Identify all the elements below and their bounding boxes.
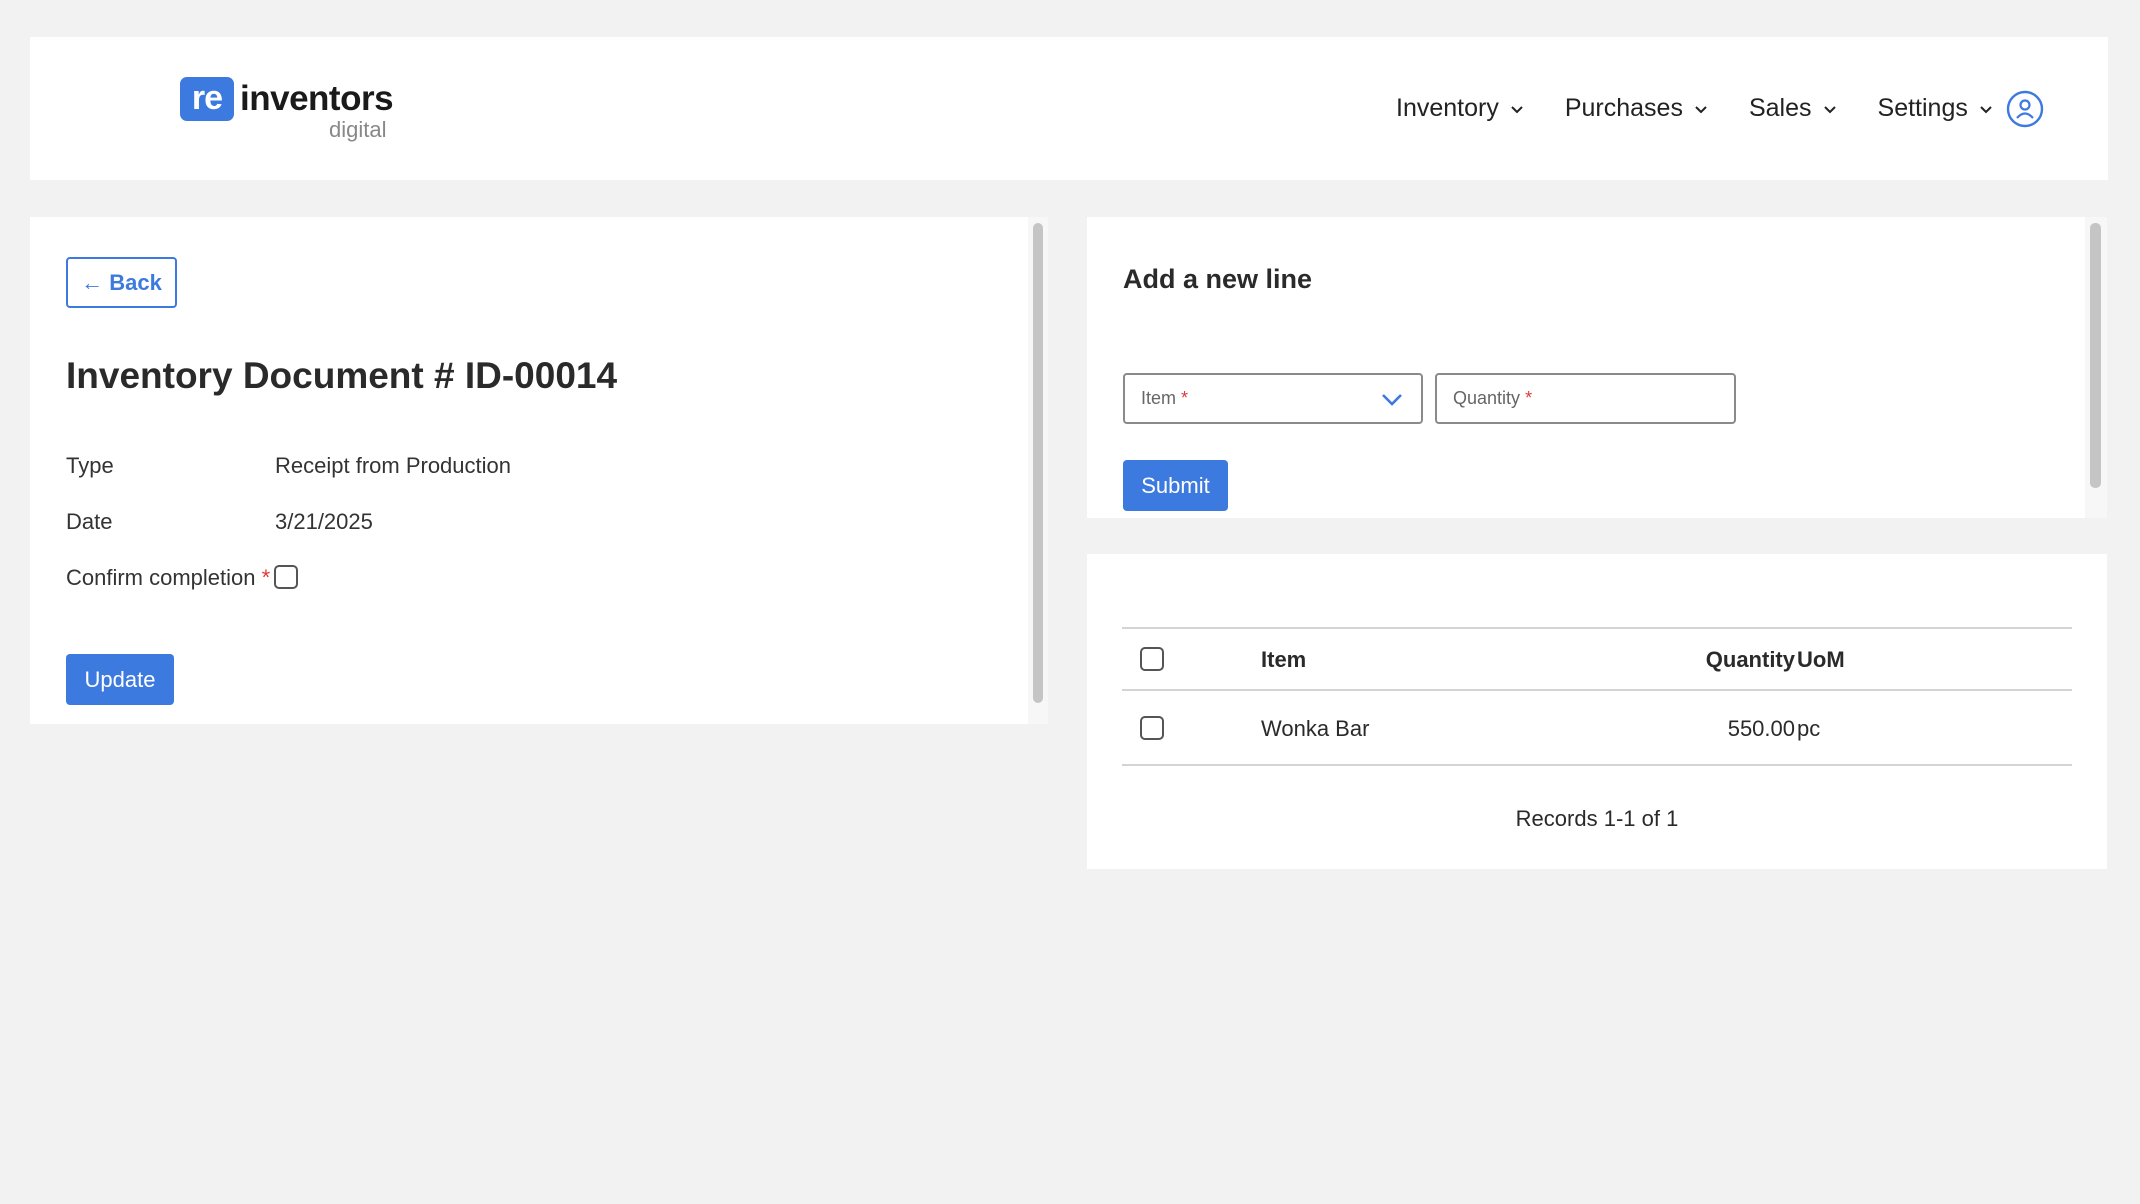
item-select-placeholder: Item [1141, 388, 1177, 408]
item-select[interactable]: Item * [1123, 373, 1423, 424]
nav-inventory[interactable]: Inventory [1396, 94, 1525, 123]
type-value: Receipt from Production [275, 453, 511, 478]
select-all-checkbox[interactable] [1140, 647, 1164, 671]
confirm-completion-text: Confirm completion [66, 565, 256, 590]
logo-mark: re [180, 77, 234, 121]
chevron-down-icon [1823, 105, 1836, 113]
add-line-panel-scrollbar[interactable] [2085, 217, 2107, 518]
quantity-input[interactable]: Quantity * [1435, 373, 1736, 424]
page-title: Inventory Document # ID-00014 [66, 355, 618, 396]
required-marker: * [1525, 388, 1533, 408]
required-marker: * [261, 565, 271, 590]
row-item: Wonka Bar [1261, 716, 1370, 741]
nav-purchases-label: Purchases [1564, 94, 1683, 122]
nav-sales-label: Sales [1748, 94, 1812, 122]
date-label: Date [66, 509, 113, 534]
top-header: re inventors digital Inventory Purchases… [30, 37, 2108, 180]
nav-inventory-label: Inventory [1396, 94, 1499, 122]
date-value: 3/21/2025 [275, 509, 373, 534]
main-nav: Inventory Purchases Sales Settings [1396, 37, 2034, 180]
scrollbar-thumb[interactable] [1033, 223, 1043, 703]
submit-button[interactable]: Submit [1123, 460, 1228, 511]
table-header-divider [1122, 689, 2072, 691]
row-uom: pc [1797, 716, 1821, 741]
table-top-border [1122, 627, 2072, 629]
add-line-panel: Add a new line Item * Quantity * Submit [1087, 217, 2085, 518]
update-button[interactable]: Update [66, 654, 174, 705]
nav-settings-label: Settings [1877, 94, 1968, 122]
user-circle-icon[interactable] [2005, 89, 2045, 129]
logo-wordmark: inventors [240, 79, 394, 118]
scrollbar-thumb[interactable] [2090, 223, 2101, 488]
row-quantity: 550.00 [1727, 716, 1795, 741]
logo-subtitle: digital [329, 117, 387, 142]
column-header-item[interactable]: Item [1261, 647, 1306, 673]
chevron-down-icon [1511, 105, 1523, 113]
document-panel: ← Back Inventory Document # ID-00014 Typ… [30, 217, 1028, 724]
nav-settings[interactable]: Settings [1878, 94, 1994, 123]
add-line-title: Add a new line [1123, 264, 1313, 294]
table-bottom-border [1122, 764, 2072, 766]
chevron-down-icon [1382, 394, 1402, 406]
confirm-completion-checkbox[interactable] [274, 565, 298, 589]
records-count: Records 1-1 of 1 [1515, 806, 1679, 831]
quantity-input-placeholder: Quantity [1453, 388, 1521, 408]
chevron-down-icon [1980, 105, 1992, 113]
column-header-uom[interactable]: UoM [1797, 647, 1845, 673]
nav-purchases[interactable]: Purchases [1565, 94, 1709, 123]
row-checkbox[interactable] [1140, 716, 1164, 740]
chevron-down-icon [1695, 105, 1707, 113]
document-panel-scrollbar[interactable] [1028, 217, 1048, 724]
back-button[interactable]: ← Back [66, 257, 177, 308]
lines-table-panel: Item Quantity UoM Wonka Bar 550.00 pc Re… [1087, 554, 2107, 869]
confirm-completion-label: Confirm completion * [66, 565, 270, 591]
required-marker: * [1181, 388, 1189, 408]
reinventors-logo[interactable]: re inventors digital [150, 77, 394, 143]
column-header-quantity[interactable]: Quantity [1706, 647, 1795, 673]
type-label: Type [66, 453, 114, 478]
nav-sales[interactable]: Sales [1749, 94, 1838, 123]
